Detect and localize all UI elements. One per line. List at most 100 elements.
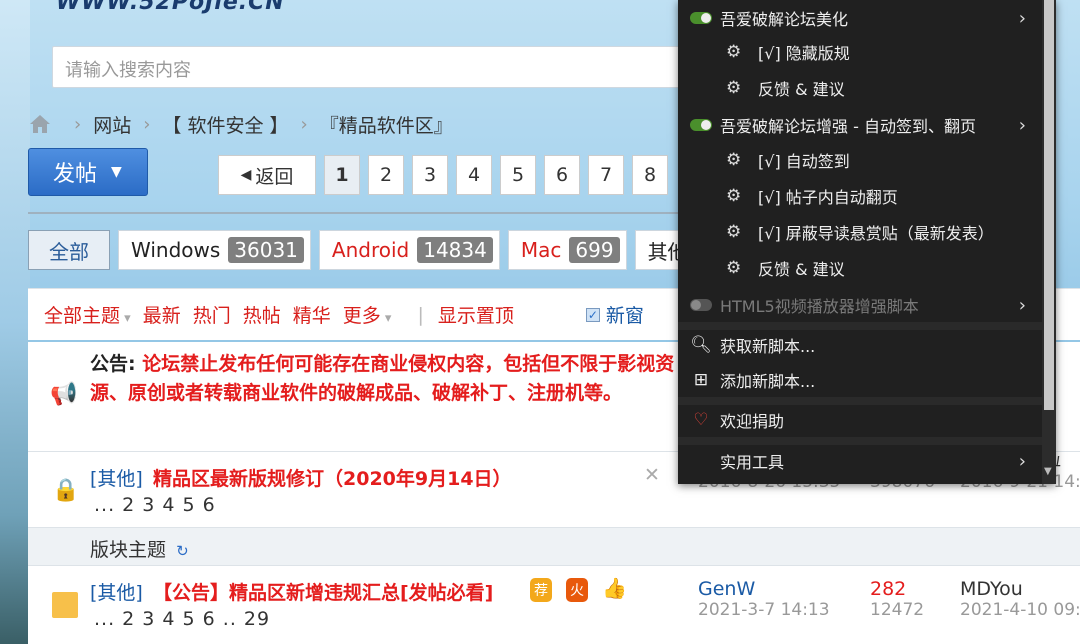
home-icon[interactable] — [28, 112, 52, 136]
pager-back-label: 返回 — [255, 165, 294, 188]
pager-page[interactable]: 4 — [456, 155, 492, 195]
heart-icon: ♡ — [693, 410, 709, 430]
filter-separator: | — [417, 303, 424, 326]
hot-badge: 火 — [566, 578, 588, 602]
menu-script-html5-video[interactable]: HTML5视频播放器增强脚本 › — [678, 287, 1042, 323]
folder-icon — [52, 592, 78, 618]
thread-tag[interactable]: [其他] — [90, 578, 143, 605]
gear-icon: ⚙ — [726, 150, 742, 170]
menu-scrollbar[interactable]: ▼ — [1042, 0, 1056, 484]
breadcrumb-item-site[interactable]: 网站 — [93, 111, 131, 138]
thread-last-post: MDYou 2021-4-10 09:0 — [960, 578, 1080, 620]
chevron-right-icon: › — [1018, 114, 1026, 136]
menu-item-label: 获取新脚本... — [720, 337, 816, 356]
menu-item-label: [√] 屏蔽导读悬赏贴（最新发表） — [758, 224, 994, 243]
pager-page[interactable]: 7 — [588, 155, 624, 195]
reply-count: 282 — [870, 578, 907, 600]
pager-back-button[interactable]: ◀ 返回 — [218, 155, 316, 195]
menu-item-label: 反馈 & 建议 — [758, 80, 845, 99]
toggle-off-icon[interactable] — [690, 299, 712, 311]
post-date: 2021-3-7 14:13 — [698, 600, 830, 620]
thread-pages[interactable]: ... 2 3 4 5 6 .. 29 — [94, 608, 270, 630]
filter-all-topics[interactable]: 全部主题 — [44, 301, 131, 328]
menu-script-beautify[interactable]: 吾爱破解论坛美化 › — [678, 0, 1042, 36]
site-logo[interactable]: WWW.52PoJie.CN — [56, 0, 285, 15]
section-label: 版块主题 — [90, 539, 167, 561]
category-tab-all[interactable]: 全部 — [28, 230, 110, 270]
filter-more[interactable]: 更多 — [343, 301, 392, 328]
menu-add-new-script[interactable]: ⊞ 添加新脚本... — [678, 362, 1042, 398]
menu-item-block-bounty[interactable]: ⚙ [√] 屏蔽导读悬赏贴（最新发表） — [678, 214, 1042, 250]
pager-page[interactable]: 2 — [368, 155, 404, 195]
menu-item-hide-rules[interactable]: ⚙ [√] 隐藏版规 — [678, 34, 1042, 70]
chevron-right-icon: › — [1018, 450, 1026, 472]
scroll-down-arrow-icon[interactable]: ▼ — [1044, 466, 1052, 477]
scrollbar-thumb[interactable] — [1044, 0, 1054, 410]
pager-page[interactable]: 5 — [500, 155, 536, 195]
gear-icon: ⚙ — [726, 258, 742, 278]
category-tab-windows[interactable]: Windows 36031 — [118, 230, 311, 270]
chevron-right-icon: › — [1018, 294, 1026, 316]
pager-page[interactable]: 3 — [412, 155, 448, 195]
plus-square-icon: ⊞ — [693, 370, 709, 390]
chevron-down-icon: ▼ — [111, 164, 122, 180]
breadcrumb: › 网站 › 【 软件安全 】 › 『精品软件区』 — [28, 110, 453, 138]
pager-page[interactable]: 8 — [632, 155, 668, 195]
filter-latest[interactable]: 最新 — [143, 301, 181, 328]
filter-digest[interactable]: 精华 — [293, 301, 331, 328]
menu-item-feedback[interactable]: ⚙ 反馈 & 建议 — [678, 70, 1042, 106]
menu-item-label: 欢迎捐助 — [720, 412, 785, 431]
menu-get-new-scripts[interactable]: 🔍︎ 获取新脚本... — [678, 327, 1042, 363]
menu-script-enhance[interactable]: 吾爱破解论坛增强 - 自动签到、翻页 › — [678, 107, 1042, 143]
search-input[interactable]: 请输入搜索内容 — [52, 46, 680, 88]
new-window-checkbox[interactable]: ✓ 新窗 — [585, 301, 644, 328]
category-label: Android — [331, 238, 410, 262]
menu-item-label: HTML5视频播放器增强脚本 — [720, 297, 919, 316]
toggle-on-icon[interactable] — [690, 119, 712, 131]
thread-title[interactable]: 【公告】精品区新增违规汇总[发帖必看] — [153, 578, 493, 605]
menu-donate[interactable]: ♡ 欢迎捐助 — [678, 402, 1042, 438]
menu-item-feedback[interactable]: ⚙ 反馈 & 建议 — [678, 250, 1042, 286]
thread-pages[interactable]: ... 2 3 4 5 6 — [94, 494, 216, 516]
menu-item-label: [√] 帖子内自动翻页 — [758, 188, 898, 207]
menu-item-label: [√] 隐藏版规 — [758, 44, 850, 63]
category-count: 36031 — [228, 237, 304, 263]
refresh-icon[interactable]: ↻ — [176, 542, 189, 560]
megaphone-icon: 📢 — [50, 382, 78, 407]
category-tab-mac[interactable]: Mac 699 — [507, 230, 627, 270]
menu-utilities[interactable]: 实用工具 › — [678, 443, 1042, 479]
filter-show-sticky[interactable]: 显示置顶 — [438, 301, 514, 328]
section-title: 版块主题 ↻ — [90, 535, 189, 562]
new-post-button[interactable]: 发帖 ▼ — [28, 148, 148, 196]
breadcrumb-item-software-security[interactable]: 【 软件安全 】 — [162, 111, 288, 138]
back-arrow-icon: ◀ — [240, 167, 252, 183]
breadcrumb-item-premium-software[interactable]: 『精品软件区』 — [320, 111, 453, 138]
thread-title[interactable]: 精品区最新版规修订（2020年9月14日） — [153, 464, 512, 491]
recommend-badge: 荐 — [530, 578, 552, 602]
page-background-strip — [0, 0, 30, 644]
thumbs-up-icon: 👍 — [602, 576, 627, 600]
new-post-label: 发帖 — [53, 162, 98, 187]
view-count: 12472 — [870, 600, 925, 620]
close-icon[interactable]: ✕ — [644, 464, 660, 486]
announcement-text[interactable]: 公告: 论坛禁止发布任何可能存在商业侵权内容，包括但不限于影视资源、原创或者转载… — [90, 350, 680, 408]
thread-tag[interactable]: [其他] — [90, 464, 143, 491]
last-poster[interactable]: MDYou — [960, 578, 1080, 600]
menu-item-label: 反馈 & 建议 — [758, 260, 845, 279]
last-post-date[interactable]: 2021-4-10 09:0 — [960, 600, 1080, 620]
section-header: 版块主题 ↻ — [28, 528, 1080, 566]
category-tab-android[interactable]: Android 14834 — [318, 230, 500, 270]
menu-item-auto-checkin[interactable]: ⚙ [√] 自动签到 — [678, 142, 1042, 178]
breadcrumb-separator: › — [143, 113, 151, 135]
pager-page[interactable]: 6 — [544, 155, 580, 195]
filter-hot-posts[interactable]: 热帖 — [243, 301, 281, 328]
pager-page[interactable]: 1 — [324, 155, 360, 195]
category-label: Windows — [131, 238, 221, 262]
thread-author: GenW 2021-3-7 14:13 — [698, 578, 830, 620]
gear-icon: ⚙ — [726, 42, 742, 62]
userscript-menu: 吾爱破解论坛美化 › ⚙ [√] 隐藏版规 ⚙ 反馈 & 建议 吾爱破解论坛增强… — [678, 0, 1056, 484]
filter-hot[interactable]: 热门 — [193, 301, 231, 328]
menu-item-auto-page[interactable]: ⚙ [√] 帖子内自动翻页 — [678, 178, 1042, 214]
author-name[interactable]: GenW — [698, 578, 830, 600]
toggle-on-icon[interactable] — [690, 12, 712, 24]
